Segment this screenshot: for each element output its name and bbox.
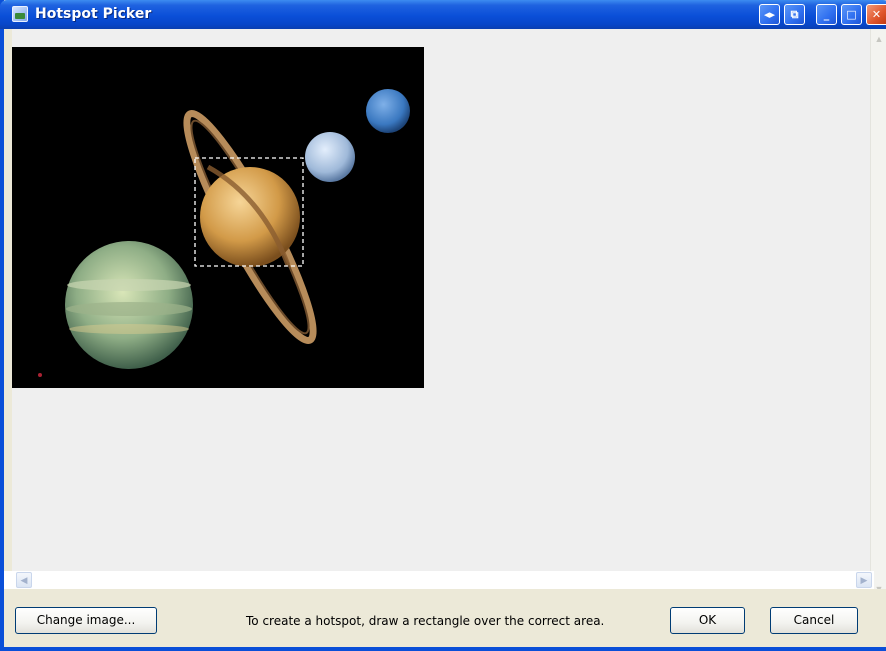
close-icon: ✕	[871, 8, 882, 21]
planets-image[interactable]	[12, 47, 424, 388]
client-area: ▲ ▼ ◀ ▶ Change image... To create a hots…	[4, 29, 886, 647]
title-bar[interactable]: Hotspot Picker ◂▸ ⧉ _ □ ✕	[0, 0, 886, 29]
planets-image-graphic	[12, 47, 424, 388]
minimize-icon: _	[823, 8, 830, 21]
ok-button[interactable]: OK	[670, 607, 745, 634]
hotspot-picker-window: Hotspot Picker ◂▸ ⧉ _ □ ✕ ▲ ◀ ▶ Change i…	[0, 0, 886, 651]
close-button[interactable]: ✕	[866, 4, 886, 25]
minimize-button[interactable]: _	[816, 4, 837, 25]
neptune-planet	[366, 89, 410, 133]
restore-layout-button[interactable]: ⧉	[784, 4, 805, 25]
maximize-button[interactable]: □	[841, 4, 862, 25]
resize-toggle-button[interactable]: ◂▸	[759, 4, 780, 25]
resize-arrows-icon: ◂▸	[763, 8, 776, 21]
cancel-button[interactable]: Cancel	[770, 607, 858, 634]
window-title: Hotspot Picker	[35, 6, 152, 22]
app-icon	[12, 6, 28, 22]
image-canvas[interactable]	[12, 29, 878, 599]
instruction-text: To create a hotspot, draw a rectangle ov…	[246, 614, 605, 628]
window-layout-icon: ⧉	[790, 8, 799, 21]
scroll-left-icon[interactable]: ◀	[16, 572, 32, 588]
change-image-button[interactable]: Change image...	[15, 607, 157, 634]
scroll-right-icon[interactable]: ▶	[856, 572, 872, 588]
dialog-footer: Change image... To create a hotspot, dra…	[4, 589, 886, 647]
uranus-planet	[305, 132, 355, 182]
scroll-up-icon[interactable]: ▲	[872, 31, 886, 47]
vertical-scrollbar[interactable]: ▲ ▼	[870, 29, 886, 599]
maximize-icon: □	[846, 8, 857, 21]
horizontal-scrollbar[interactable]: ◀ ▶	[4, 571, 874, 589]
